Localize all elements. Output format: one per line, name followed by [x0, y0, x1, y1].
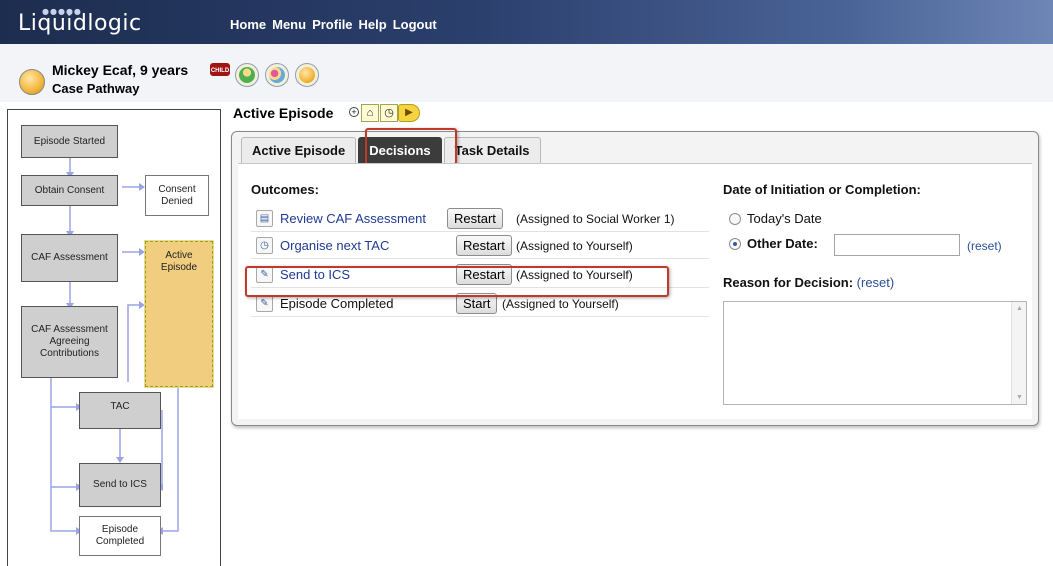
clock-icon: ◷	[256, 237, 273, 254]
node-active-episode[interactable]: Active Episode	[144, 240, 214, 388]
node-obtain-consent[interactable]: Obtain Consent	[21, 175, 118, 206]
nav-logout-link[interactable]: Logout	[393, 17, 437, 32]
node-episode-completed[interactable]: Episode Completed	[79, 516, 161, 556]
node-send-to-ics[interactable]: Send to ICS	[79, 463, 161, 507]
person-name: Mickey Ecaf, 9 years	[52, 62, 189, 78]
next-arrow-icon[interactable]: ▶	[398, 104, 420, 122]
outcome-row: ◷ Organise next TAC Restart (Assigned to…	[251, 233, 709, 259]
outcome-link-organise-tac[interactable]: Organise next TAC	[280, 238, 389, 253]
top-header-bar: ●●●●● Liquidlogic Home Menu Profile Help…	[0, 0, 1053, 52]
episode-panel: Active Episode Decisions Task Details Ou…	[231, 128, 1039, 426]
outcome-assignee: (Assigned to Yourself)	[502, 297, 619, 311]
episode-tabs: Active Episode Decisions Task Details	[241, 137, 543, 164]
tab-task-details[interactable]: Task Details	[443, 137, 541, 164]
outcome-assignee: (Assigned to Social Worker 1)	[516, 212, 675, 226]
reason-textarea[interactable]	[723, 301, 1027, 405]
family-icon	[269, 67, 285, 83]
family-icon-button[interactable]	[265, 63, 289, 87]
reason-scrollbar[interactable]: ▲ ▼	[1011, 302, 1026, 404]
todays-date-radio[interactable]	[729, 213, 741, 225]
outcome-row: ▤ Review CAF Assessment Restart (Assigne…	[251, 206, 709, 232]
nav-home-link[interactable]: Home	[230, 17, 266, 32]
node-episode-started[interactable]: Episode Started	[21, 125, 118, 158]
scroll-down-icon[interactable]: ▼	[1016, 394, 1023, 401]
node-caf-assessment[interactable]: CAF Assessment	[21, 234, 118, 282]
node-tac[interactable]: TAC	[79, 392, 161, 429]
child-avatar-icon	[19, 69, 45, 95]
logo-dots-icon: ●●●●●	[42, 7, 82, 16]
pencil-icon: ✎	[256, 295, 273, 312]
other-date-input[interactable]	[834, 234, 960, 256]
decisions-content: Outcomes: ▤ Review CAF Assessment Restar…	[238, 163, 1032, 419]
date-heading: Date of Initiation or Completion:	[723, 182, 921, 197]
outcome-label-episode-completed: Episode Completed	[280, 296, 394, 311]
person-icon-button[interactable]	[235, 63, 259, 87]
outcomes-heading: Outcomes:	[251, 182, 319, 197]
restart-button[interactable]: Restart	[447, 208, 503, 229]
outcome-assignee: (Assigned to Yourself)	[516, 239, 633, 253]
outcome-row: ✎ Send to ICS Restart (Assigned to Yours…	[251, 262, 709, 288]
reason-heading: Reason for Decision: (reset)	[723, 275, 894, 290]
outcome-link-review-caf[interactable]: Review CAF Assessment	[280, 211, 426, 226]
app-logo: ●●●●● Liquidlogic	[18, 7, 142, 36]
tab-decisions[interactable]: Decisions	[358, 137, 442, 164]
outcome-link-send-to-ics[interactable]: Send to ICS	[280, 267, 350, 282]
reason-reset-link[interactable]: (reset)	[857, 275, 895, 290]
date-reset-link[interactable]: (reset)	[967, 239, 1002, 253]
episode-title: Active Episode	[233, 105, 334, 121]
document-icon: ▤	[256, 210, 273, 227]
nav-profile-link[interactable]: Profile	[312, 17, 352, 32]
nav-menu-link[interactable]: Menu	[272, 17, 306, 32]
nav-help-link[interactable]: Help	[359, 17, 387, 32]
outcome-row: ✎ Episode Completed Start (Assigned to Y…	[251, 291, 709, 317]
main-nav: Home Menu Profile Help Logout	[230, 17, 437, 32]
other-date-radio[interactable]	[729, 238, 741, 250]
person-bar: Mickey Ecaf, 9 years CHILD Case Pathway	[0, 52, 1053, 102]
outcome-assignee: (Assigned to Yourself)	[516, 268, 633, 282]
child-badge-text: CHILD	[210, 68, 230, 74]
restart-button[interactable]: Restart	[456, 235, 512, 256]
tab-active-episode[interactable]: Active Episode	[241, 137, 357, 164]
clock-icon[interactable]: ◷	[380, 104, 398, 122]
expand-plus-icon[interactable]: +	[349, 107, 359, 117]
node-consent-denied[interactable]: Consent Denied	[145, 175, 209, 216]
child-icon-button[interactable]	[295, 63, 319, 87]
person-green-icon	[239, 67, 255, 83]
restart-button[interactable]: Restart	[456, 264, 512, 285]
pencil-icon: ✎	[256, 266, 273, 283]
home-icon[interactable]: ⌂	[361, 104, 379, 122]
todays-date-label: Today's Date	[747, 211, 822, 226]
case-pathway-label: Case Pathway	[52, 81, 140, 96]
child-face-icon	[299, 67, 315, 83]
scroll-up-icon[interactable]: ▲	[1016, 305, 1023, 312]
child-badge: CHILD	[210, 63, 230, 76]
reason-title-text: Reason for Decision:	[723, 275, 854, 290]
start-button[interactable]: Start	[456, 293, 498, 314]
other-date-label: Other Date:	[747, 236, 818, 251]
node-caf-agreeing-contributions[interactable]: CAF Assessment Agreeing Contributions	[21, 306, 118, 378]
case-pathway-diagram: Episode Started Obtain Consent Consent D…	[7, 109, 221, 566]
